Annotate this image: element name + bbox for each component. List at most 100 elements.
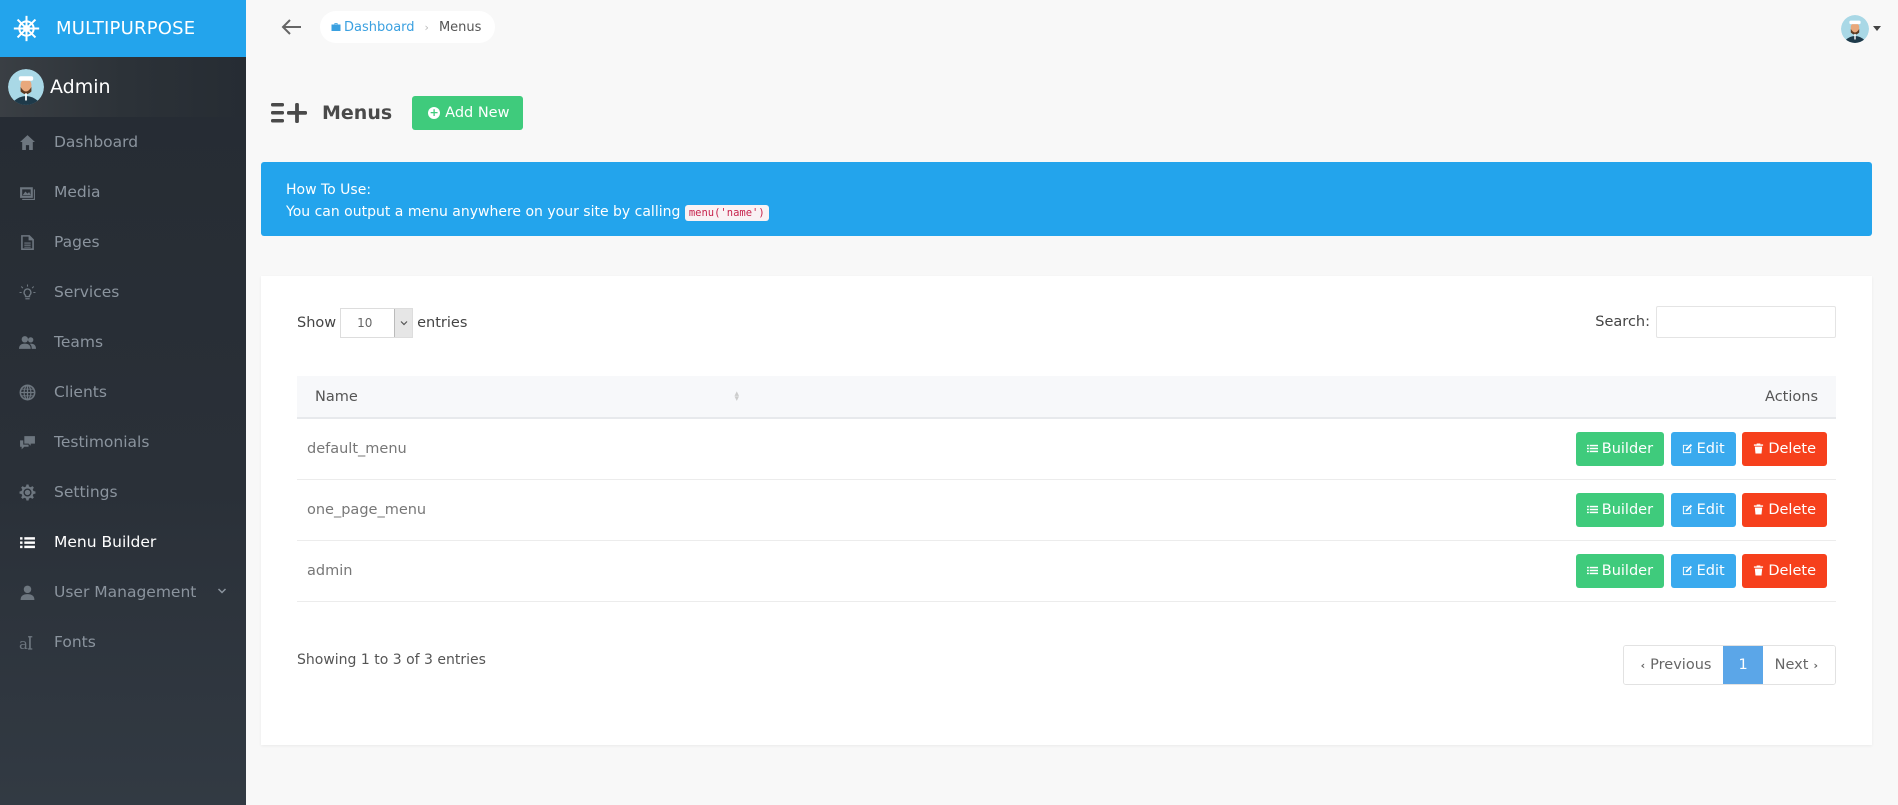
edit-label: Edit: [1696, 501, 1725, 518]
sidebar-item-label: Media: [54, 183, 101, 201]
globe-icon: [17, 382, 37, 402]
breadcrumb-current: Menus: [438, 19, 482, 35]
next-label: Next: [1774, 657, 1809, 673]
edit-label: Edit: [1696, 562, 1725, 579]
trash-icon: [1754, 565, 1764, 576]
sidebar-item-label: Testimonials: [54, 433, 150, 451]
home-icon: [17, 132, 37, 152]
alert-body: You can output a menu anywhere on your s…: [286, 201, 1847, 224]
sidebar-item-dashboard[interactable]: Dashboard: [0, 117, 246, 167]
breadcrumb-home-label: Dashboard: [344, 19, 415, 35]
edit-icon: [1682, 504, 1692, 515]
list-icon: [1586, 505, 1598, 514]
sidebar-item-menu-builder[interactable]: Menu Builder: [0, 517, 246, 567]
sidebar-item-media[interactable]: Media: [0, 167, 246, 217]
actions-cell: Builder Edit Delete: [757, 418, 1836, 479]
chevron-right-icon: ›: [1813, 658, 1818, 672]
page-header: Menus + Add New: [270, 96, 524, 130]
menu-name-cell: admin: [307, 562, 353, 579]
page-length-value: 10: [357, 316, 373, 330]
builder-button[interactable]: Builder: [1575, 492, 1665, 527]
delete-label: Delete: [1768, 501, 1816, 518]
sidebar-item-label: Fonts: [54, 633, 96, 651]
sidebar-item-label: Menu Builder: [54, 533, 157, 551]
sidebar-item-clients[interactable]: Clients: [0, 367, 246, 417]
list-icon: [1586, 445, 1598, 453]
brand-header[interactable]: MULTIPURPOSE: [0, 0, 246, 57]
column-name-label: Name: [315, 388, 358, 405]
next-page-button[interactable]: Next ›: [1762, 646, 1835, 684]
breadcrumb-dashboard-link[interactable]: Dashboard: [331, 20, 415, 35]
search-control: Search:: [1595, 306, 1836, 338]
delete-label: Delete: [1768, 440, 1816, 457]
delete-label: Delete: [1768, 562, 1816, 579]
how-to-use-alert: How To Use: You can output a menu anywhe…: [261, 162, 1872, 236]
breadcrumb: Dashboard › Menus: [320, 11, 496, 43]
svg-text:a: a: [19, 634, 28, 650]
page-length-select[interactable]: 10: [340, 308, 414, 338]
list-add-icon: [271, 103, 307, 123]
sidebar-item-label: Dashboard: [54, 133, 139, 151]
previous-label: Previous: [1650, 657, 1712, 673]
sidebar-item-settings[interactable]: Settings: [0, 467, 246, 517]
builder-button[interactable]: Builder: [1575, 431, 1665, 466]
edit-icon: [1682, 444, 1692, 454]
user-avatar-menu[interactable]: [1841, 15, 1869, 43]
edit-icon: [1682, 565, 1692, 576]
show-label: Show: [297, 315, 337, 331]
menu-name-cell: default_menu: [307, 440, 407, 457]
search-input[interactable]: [1656, 306, 1836, 338]
list-icon: [1586, 566, 1598, 575]
chevron-left-icon: ‹: [1640, 658, 1646, 672]
delete-button[interactable]: Delete: [1742, 431, 1827, 466]
avatar[interactable]: [8, 69, 44, 105]
chevron-down-icon[interactable]: [216, 585, 228, 597]
ship-wheel-icon: [13, 15, 40, 42]
sidebar-item-pages[interactable]: Pages: [0, 217, 246, 267]
edit-button[interactable]: Edit: [1670, 492, 1736, 527]
user-icon: [17, 582, 37, 602]
pagination: ‹ Previous 1 Next ›: [1622, 645, 1836, 685]
sidebar-item-teams[interactable]: Teams: [0, 317, 246, 367]
delete-button[interactable]: Delete: [1742, 492, 1827, 527]
briefcase-icon: [331, 23, 341, 31]
sidebar-item-label: User Management: [54, 583, 197, 601]
comments-icon: [17, 432, 37, 452]
entries-label: entries: [417, 315, 468, 331]
edit-button[interactable]: Edit: [1670, 553, 1736, 588]
table-row: admin Builder Edit Delete: [297, 540, 1836, 601]
plus-circle-icon: +: [428, 106, 441, 119]
page-length-control: Show 10 entries: [297, 308, 467, 338]
builder-label: Builder: [1601, 562, 1654, 579]
sidebar-item-label: Pages: [54, 233, 100, 251]
sort-icon[interactable]: ▴ ▾: [734, 389, 739, 403]
table-info: Showing 1 to 3 of 3 entries: [297, 652, 486, 668]
sidebar-item-user-management[interactable]: User Management: [0, 567, 246, 617]
add-new-label: Add New: [445, 105, 510, 121]
edit-button[interactable]: Edit: [1670, 431, 1736, 466]
add-new-button[interactable]: + Add New: [412, 96, 524, 130]
table-row: default_menu Builder Edit Delete: [297, 418, 1836, 479]
lightbulb-icon: [17, 282, 37, 302]
menus-table: Name ▴ ▾ Actions default_menu Builder Edi…: [297, 376, 1836, 602]
alert-title: How To Use:: [286, 182, 372, 198]
back-arrow-icon[interactable]: [280, 15, 304, 39]
sidebar-item-services[interactable]: Services: [0, 267, 246, 317]
images-icon: [17, 182, 37, 202]
file-text-icon: [17, 232, 37, 252]
previous-page-button[interactable]: ‹ Previous: [1623, 646, 1724, 684]
user-name: Admin: [50, 76, 111, 98]
sidebar-item-testimonials[interactable]: Testimonials: [0, 417, 246, 467]
list-icon: [17, 532, 37, 552]
page-button-current[interactable]: 1: [1723, 646, 1763, 684]
column-header-actions: Actions: [1765, 388, 1818, 405]
table-row: one_page_menu Builder Edit Delete: [297, 479, 1836, 540]
menus-card: Show 10 entries Search: Name ▴ ▾ Actions …: [261, 276, 1872, 745]
caret-down-icon[interactable]: [1873, 26, 1881, 31]
builder-button[interactable]: Builder: [1575, 553, 1665, 588]
user-panel: Admin: [0, 57, 246, 117]
sidebar-item-fonts[interactable]: a Fonts: [0, 617, 246, 667]
builder-label: Builder: [1601, 440, 1654, 457]
delete-button[interactable]: Delete: [1742, 553, 1827, 588]
column-header-name[interactable]: Name ▴ ▾: [297, 376, 757, 418]
